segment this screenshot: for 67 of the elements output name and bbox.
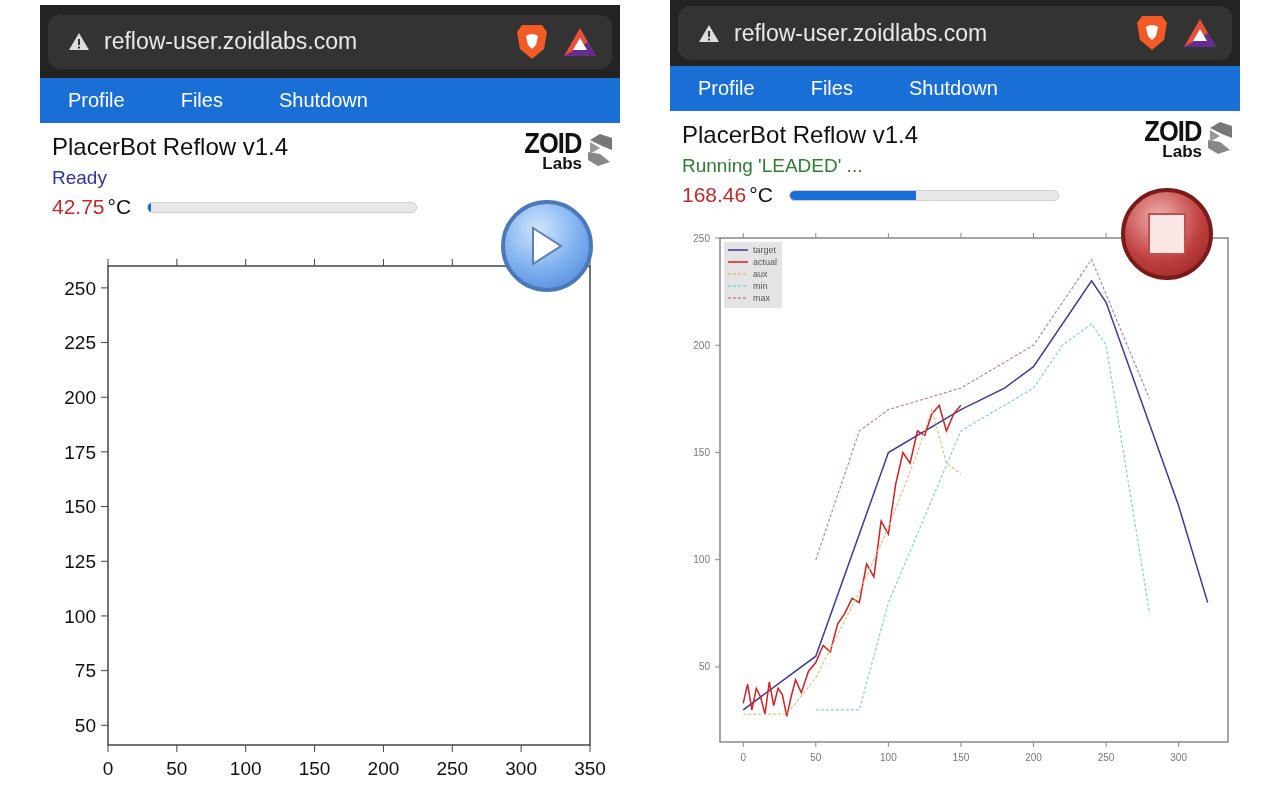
- logo-subtitle: Labs: [542, 156, 582, 172]
- tick-label: 250: [1097, 752, 1115, 764]
- tick-label: 300: [1170, 752, 1187, 764]
- tick-label: 150: [64, 496, 96, 518]
- tick-label: 50: [810, 752, 822, 764]
- legend-swatch: [727, 261, 749, 264]
- legend-label: aux: [753, 269, 768, 280]
- nav-link[interactable]: Shutdown: [908, 77, 998, 100]
- play-icon: [530, 225, 564, 267]
- warning-icon: [68, 32, 90, 51]
- tick-label: 100: [64, 605, 96, 627]
- tick-label: 100: [880, 752, 897, 764]
- legend-label: min: [753, 281, 768, 292]
- temperature-unit: °C: [749, 183, 773, 208]
- tick-label: 150: [693, 447, 710, 459]
- address-bar[interactable]: reflow-user.zoidlabs.com: [678, 6, 1232, 60]
- tick-label: 250: [693, 232, 710, 244]
- tick-label: 250: [436, 758, 469, 780]
- tick-label: 75: [74, 660, 96, 682]
- tick-label: 125: [64, 551, 96, 573]
- logo-word: ZOID: [1144, 117, 1202, 144]
- tick-label: 100: [693, 554, 710, 566]
- legend-swatch: [727, 249, 749, 252]
- warning-icon: [698, 23, 720, 43]
- nav-link[interactable]: Profile: [68, 89, 125, 112]
- app-title: PlacerBot Reflow v1.4: [52, 133, 289, 161]
- logo-subtitle: Labs: [1162, 144, 1202, 160]
- tick-label: 50: [166, 758, 188, 780]
- triangle-icon[interactable]: [1182, 17, 1218, 49]
- url-text: reflow-user.zoidlabs.com: [104, 28, 359, 55]
- tick-label: 50: [74, 715, 96, 737]
- nav-link[interactable]: Profile: [698, 77, 755, 100]
- temperature-value: 168.46: [682, 183, 747, 208]
- legend-swatch: [727, 273, 749, 276]
- status-text: Ready: [52, 167, 108, 190]
- status-text: Running 'LEADED' ...: [682, 155, 864, 178]
- tick-label: 225: [64, 332, 96, 354]
- tick-label: 250: [64, 277, 96, 299]
- temperature-value: 42.75: [52, 195, 105, 220]
- tick-label: 200: [693, 340, 710, 352]
- legend-label: target: [753, 245, 776, 256]
- stop-icon: [1147, 212, 1187, 256]
- chart-legend: [724, 242, 782, 309]
- address-bar[interactable]: reflow-user.zoidlabs.com: [48, 14, 612, 69]
- tick-label: 200: [64, 387, 96, 409]
- tick-label: 200: [1025, 752, 1042, 764]
- tick-label: 175: [64, 441, 96, 463]
- tick-label: 50: [698, 661, 710, 673]
- legend-label: max: [753, 293, 770, 304]
- nav-link[interactable]: Files: [810, 77, 853, 100]
- tick-label: 100: [229, 758, 262, 780]
- legend-swatch: [727, 285, 749, 288]
- tick-label: 150: [298, 758, 331, 780]
- tick-label: 200: [367, 758, 400, 780]
- tick-label: 150: [952, 752, 970, 764]
- app-title: PlacerBot Reflow v1.4: [682, 121, 919, 149]
- url-text: reflow-user.zoidlabs.com: [734, 19, 989, 47]
- tick-label: 0: [740, 752, 746, 764]
- legend-label: actual: [753, 257, 778, 268]
- tick-label: 350: [574, 758, 606, 780]
- legend-swatch: [727, 297, 749, 300]
- nav-link[interactable]: Files: [180, 89, 223, 112]
- tick-label: 0: [102, 758, 114, 780]
- temperature-unit: °C: [107, 195, 132, 220]
- nav-link[interactable]: Shutdown: [278, 89, 368, 112]
- tick-label: 300: [505, 758, 537, 780]
- logo-word: ZOID: [524, 129, 582, 156]
